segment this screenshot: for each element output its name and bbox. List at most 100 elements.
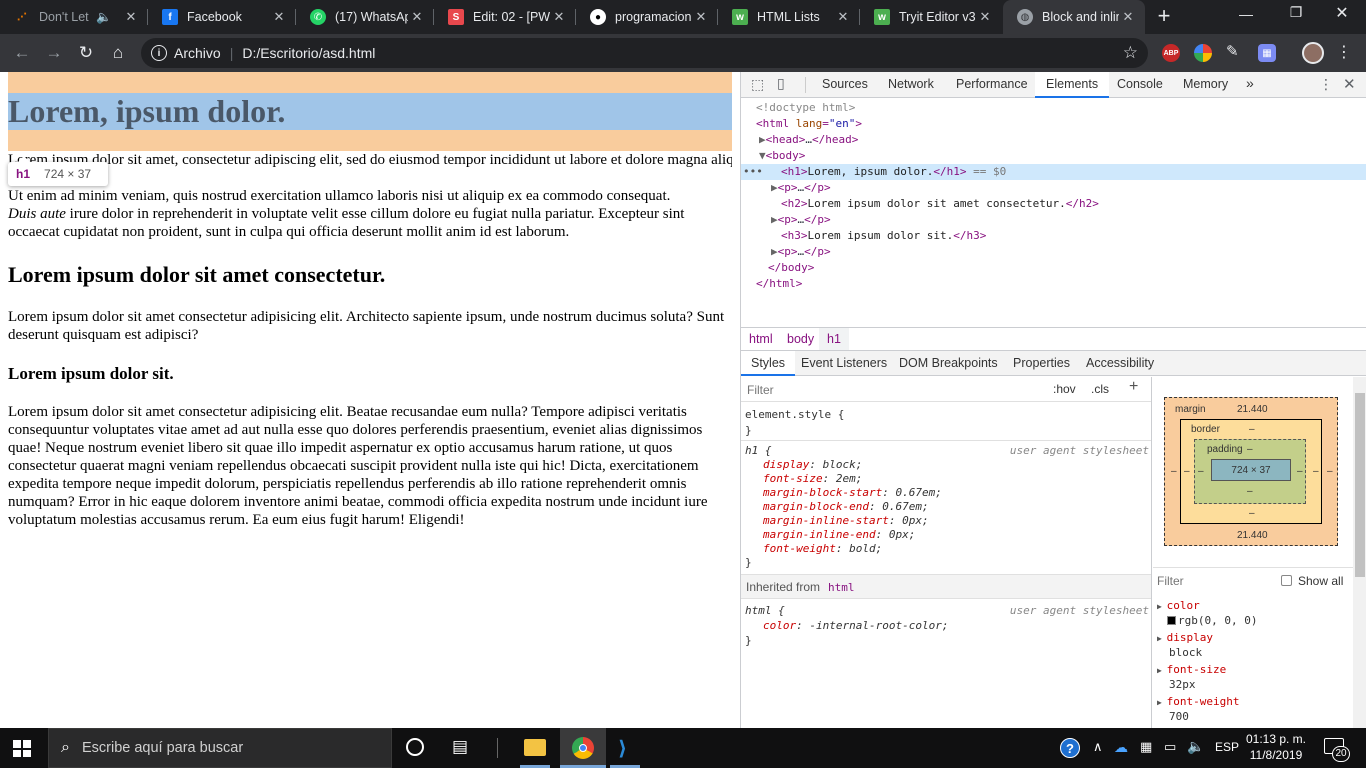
tab-github[interactable]: ● programacion ✕ bbox=[576, 0, 718, 34]
network-icon[interactable]: ▭ bbox=[1164, 739, 1176, 755]
dom-doctype[interactable]: <!doctype html> bbox=[756, 101, 855, 114]
reload-button[interactable]: ↻ bbox=[74, 41, 98, 65]
devtools-tab-network[interactable]: Network bbox=[888, 77, 934, 91]
tab-whatsapp[interactable]: ✆ (17) WhatsApp ✕ bbox=[296, 0, 434, 34]
maximize-button[interactable]: ❐ bbox=[1276, 4, 1316, 24]
close-icon[interactable]: ✕ bbox=[270, 9, 288, 25]
devtools-menu-icon[interactable]: ⋮ bbox=[1319, 76, 1333, 93]
vscode-icon[interactable]: ⟩ bbox=[618, 736, 627, 761]
devtools-tab-sources[interactable]: Sources bbox=[822, 77, 868, 91]
profile-avatar[interactable] bbox=[1302, 42, 1324, 64]
address-bar[interactable]: i Archivo | D:/Escritorio/asd.html ☆ bbox=[141, 38, 1148, 68]
tab-dont-let[interactable]: ⋰ Don't Let 🔈 ✕ bbox=[0, 0, 148, 34]
box-model-margin[interactable]: margin 21.440 21.440 – – border – – – – … bbox=[1164, 397, 1338, 546]
dom-p-node[interactable]: ▶<p>…</p> bbox=[771, 181, 831, 194]
close-icon[interactable]: ✕ bbox=[550, 9, 568, 25]
new-style-rule-icon[interactable]: + bbox=[1129, 378, 1138, 396]
close-icon[interactable]: ✕ bbox=[1119, 9, 1137, 25]
breadcrumb-html[interactable]: html bbox=[749, 332, 773, 346]
hov-toggle[interactable]: :hov bbox=[1053, 382, 1076, 396]
dom-body-node[interactable]: ▼<body> bbox=[759, 149, 805, 162]
dom-row-ellipsis-icon[interactable]: ••• bbox=[743, 165, 763, 178]
close-icon[interactable]: ✕ bbox=[692, 9, 710, 25]
dom-p-node[interactable]: ▶<p>…</p> bbox=[771, 245, 831, 258]
tray-chevron-icon[interactable]: ∧ bbox=[1093, 739, 1103, 755]
color-picker-icon[interactable] bbox=[1194, 44, 1212, 62]
computed-item[interactable]: ▶ font-weight 700 bbox=[1157, 695, 1347, 727]
info-icon[interactable]: i bbox=[151, 45, 167, 61]
chrome-taskbar-button[interactable] bbox=[560, 728, 606, 768]
input-language[interactable]: ESP bbox=[1215, 740, 1239, 754]
onedrive-icon[interactable]: ☁ bbox=[1114, 739, 1128, 756]
taskbar-clock[interactable]: 01:13 p. m. 11/8/2019 bbox=[1244, 731, 1308, 763]
extension-grid-icon[interactable]: ▦ bbox=[1258, 44, 1276, 62]
dom-html-node[interactable]: <html lang="en"> bbox=[756, 117, 862, 130]
back-button[interactable]: ← bbox=[10, 41, 34, 65]
close-icon[interactable]: ✕ bbox=[976, 9, 994, 25]
computed-item[interactable]: ▶ display block bbox=[1157, 631, 1347, 663]
close-icon[interactable]: ✕ bbox=[834, 9, 852, 25]
device-toolbar-icon[interactable]: ▯ bbox=[777, 75, 785, 92]
dom-body-close[interactable]: </body> bbox=[768, 261, 814, 274]
adblock-icon[interactable]: ABP bbox=[1162, 44, 1180, 62]
element-style-rule[interactable]: element.style { } bbox=[745, 408, 844, 437]
dom-html-close[interactable]: </html> bbox=[756, 277, 802, 290]
tab-facebook[interactable]: f Facebook ✕ bbox=[148, 0, 296, 34]
subtab-event-listeners[interactable]: Event Listeners bbox=[801, 356, 887, 370]
color-swatch[interactable] bbox=[1167, 616, 1176, 625]
inherited-from-link[interactable]: html bbox=[828, 581, 855, 594]
tab-block-inline[interactable]: ◍ Block and inlin ✕ bbox=[1003, 0, 1145, 34]
styles-filter-input[interactable] bbox=[745, 380, 1045, 399]
computed-item[interactable]: ▶ font-size 32px bbox=[1157, 663, 1347, 695]
computed-filter-input[interactable] bbox=[1157, 572, 1267, 590]
close-icon[interactable]: ✕ bbox=[408, 9, 426, 25]
network-share-icon[interactable]: ▦ bbox=[1140, 739, 1152, 755]
html-style-rule[interactable]: html {user agent stylesheet color: -inte… bbox=[745, 604, 1149, 647]
subtab-styles[interactable]: Styles bbox=[741, 351, 796, 376]
pen-icon[interactable]: ✎ bbox=[1226, 42, 1239, 60]
box-model-padding[interactable]: padding – – – – 724 × 37 bbox=[1194, 439, 1306, 504]
minimize-button[interactable]: — bbox=[1226, 6, 1266, 26]
subtab-accessibility[interactable]: Accessibility bbox=[1086, 356, 1154, 370]
more-tabs-icon[interactable]: » bbox=[1246, 75, 1254, 91]
volume-icon[interactable]: 🔈 bbox=[1187, 738, 1204, 755]
devtools-tab-elements[interactable]: Elements bbox=[1035, 72, 1110, 98]
dom-h1-node[interactable]: <h1>Lorem, ipsum dolor.</h1> == $0 bbox=[781, 165, 1006, 178]
cls-toggle[interactable]: .cls bbox=[1091, 382, 1109, 396]
dom-h3-node[interactable]: <h3>Lorem ipsum dolor sit.</h3> bbox=[781, 229, 986, 242]
url-text[interactable]: D:/Escritorio/asd.html bbox=[242, 45, 375, 61]
dom-head-node[interactable]: ▶<head>…</head> bbox=[759, 133, 858, 146]
tab-html-lists[interactable]: w HTML Lists ✕ bbox=[718, 0, 860, 34]
help-icon[interactable]: ? bbox=[1060, 738, 1080, 758]
h1-style-rule[interactable]: h1 {user agent stylesheet display: block… bbox=[745, 444, 1149, 569]
devtools-tab-performance[interactable]: Performance bbox=[956, 77, 1028, 91]
devtools-tab-memory[interactable]: Memory bbox=[1183, 77, 1228, 91]
windows-start-icon[interactable] bbox=[13, 740, 31, 757]
box-model-border[interactable]: border – – – – padding – – – – 724 × 37 bbox=[1180, 419, 1322, 524]
subtab-properties[interactable]: Properties bbox=[1013, 356, 1070, 370]
dom-p-node[interactable]: ▶<p>…</p> bbox=[771, 213, 831, 226]
file-explorer-icon[interactable] bbox=[524, 739, 546, 756]
tab-edit[interactable]: S Edit: 02 - [PW] ✕ bbox=[434, 0, 576, 34]
task-view-icon[interactable]: ▤ bbox=[452, 737, 468, 757]
cortana-icon[interactable] bbox=[406, 738, 424, 756]
breadcrumb-h1[interactable]: h1 bbox=[819, 328, 849, 350]
subtab-dom-breakpoints[interactable]: DOM Breakpoints bbox=[899, 356, 998, 370]
audio-playing-icon[interactable]: 🔈 bbox=[96, 10, 112, 25]
home-button[interactable]: ⌂ bbox=[106, 41, 130, 65]
show-all-checkbox[interactable] bbox=[1281, 575, 1292, 586]
breadcrumb-body[interactable]: body bbox=[787, 332, 814, 346]
new-tab-button[interactable]: + bbox=[1152, 4, 1176, 28]
devtools-tab-console[interactable]: Console bbox=[1117, 77, 1163, 91]
close-window-button[interactable]: ✕ bbox=[1322, 3, 1362, 27]
close-icon[interactable]: ✕ bbox=[122, 9, 140, 25]
bookmark-star-icon[interactable]: ☆ bbox=[1123, 43, 1138, 63]
menu-kebab-icon[interactable]: ⋮ bbox=[1336, 42, 1352, 62]
inspect-element-icon[interactable]: ⬚ bbox=[751, 76, 764, 93]
scrollbar-thumb[interactable] bbox=[1355, 393, 1365, 577]
tab-tryit[interactable]: w Tryit Editor v3. ✕ bbox=[860, 0, 1002, 34]
box-model-content[interactable]: 724 × 37 bbox=[1211, 459, 1291, 481]
computed-item[interactable]: ▶ color rgb(0, 0, 0) bbox=[1157, 599, 1347, 631]
devtools-close-icon[interactable]: ✕ bbox=[1343, 75, 1356, 93]
dom-h2-node[interactable]: <h2>Lorem ipsum dolor sit amet consectet… bbox=[781, 197, 1099, 210]
